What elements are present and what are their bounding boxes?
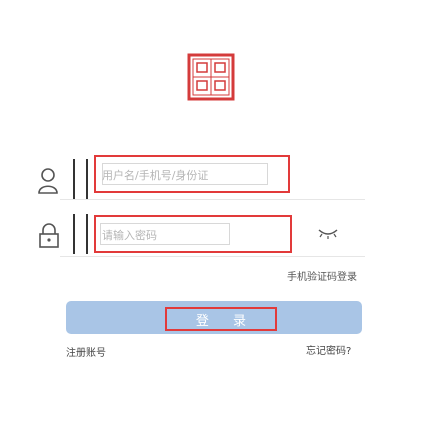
eye-closed-icon[interactable] <box>316 226 340 240</box>
lock-icon <box>39 223 59 248</box>
divider <box>73 159 75 199</box>
forgot-password-link[interactable]: 忘记密码? <box>306 342 351 357</box>
password-field[interactable] <box>94 215 292 253</box>
divider <box>73 214 75 254</box>
password-input[interactable] <box>102 224 222 246</box>
divider <box>60 256 365 257</box>
divider <box>86 214 88 254</box>
register-link[interactable]: 注册账号 <box>66 344 106 359</box>
login-button-highlight[interactable]: 登 录 <box>165 307 277 331</box>
divider <box>60 199 365 200</box>
login-button-label: 登 录 <box>195 313 257 329</box>
username-input[interactable] <box>102 164 262 186</box>
divider <box>86 159 88 199</box>
seal-logo-icon <box>187 53 235 101</box>
phone-login-link[interactable]: 手机验证码登录 <box>287 268 357 283</box>
user-icon <box>38 168 58 194</box>
username-field[interactable] <box>94 155 290 193</box>
